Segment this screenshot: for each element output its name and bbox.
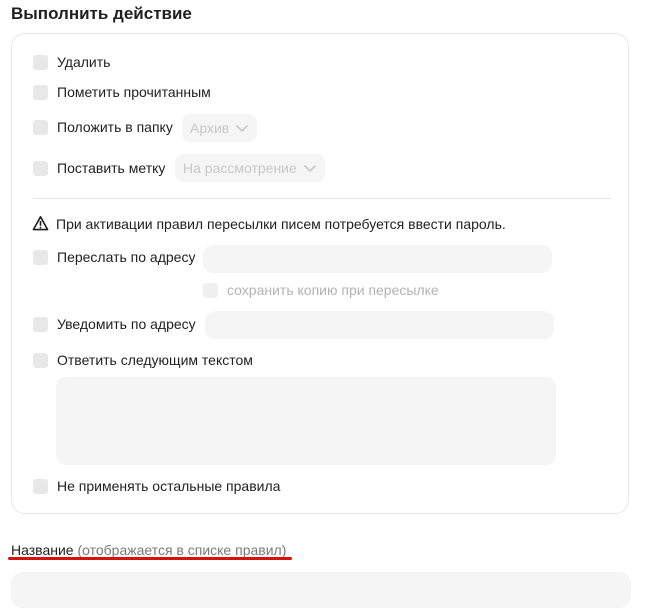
delete-checkbox[interactable] [33,54,48,70]
notify-label: Уведомить по адресу [57,316,196,332]
reply-label: Ответить следующим текстом [57,352,253,368]
move-to-folder-label: Положить в папку [57,119,173,135]
stop-rules-label: Не применять остальные правила [57,478,281,494]
forward-option[interactable]: Переслать по адресу [33,249,195,265]
keep-copy-option[interactable]: сохранить копию при пересылке [203,282,439,298]
rule-name-title: Название [11,542,74,558]
mark-read-label: Пометить прочитанным [57,84,211,100]
mark-read-checkbox[interactable] [33,84,48,100]
rule-name-input[interactable] [11,572,631,608]
move-to-folder-checkbox[interactable] [33,119,48,135]
delete-option[interactable]: Удалить [33,54,110,70]
notify-option[interactable]: Уведомить по адресу [33,316,196,332]
actions-card: Удалить Пометить прочитанным Положить в … [11,33,629,514]
warning-triangle-icon [32,216,49,231]
label-select[interactable]: На рассмотрение [175,154,325,182]
forward-address-input[interactable] [203,245,552,273]
move-to-folder-option[interactable]: Положить в папку [33,119,173,135]
set-label-label: Поставить метку [57,160,166,176]
delete-label: Удалить [57,54,111,70]
notify-checkbox[interactable] [33,316,48,332]
divider [33,198,611,199]
warning-text: При активации правил пересылки писем пот… [56,215,506,232]
section-title: Выполнить действие [11,4,192,23]
forward-label: Переслать по адресу [57,249,196,265]
label-select-value: На рассмотрение [183,160,297,176]
folder-select-value: Архив [190,120,230,136]
stop-rules-checkbox[interactable] [33,478,48,494]
notify-address-input[interactable] [205,311,554,339]
rule-name-hint: (отображается в списке правил) [77,542,287,558]
mark-read-option[interactable]: Пометить прочитанным [33,84,211,100]
set-label-checkbox[interactable] [33,160,48,176]
chevron-down-icon [236,125,249,132]
set-label-option[interactable]: Поставить метку [33,160,165,176]
folder-select[interactable]: Архив [182,114,258,142]
keep-copy-checkbox[interactable] [203,282,218,298]
reply-option[interactable]: Ответить следующим текстом [33,352,253,368]
chevron-down-icon [303,165,316,172]
forward-checkbox[interactable] [33,249,48,265]
rule-name-label: Название (отображается в списке правил) [11,542,286,558]
password-warning: При активации правил пересылки писем пот… [32,215,506,232]
stop-rules-option[interactable]: Не применять остальные правила [33,478,280,494]
red-underline [8,557,292,560]
reply-checkbox[interactable] [33,352,48,368]
keep-copy-label: сохранить копию при пересылке [227,282,439,298]
reply-textarea[interactable] [56,377,556,465]
